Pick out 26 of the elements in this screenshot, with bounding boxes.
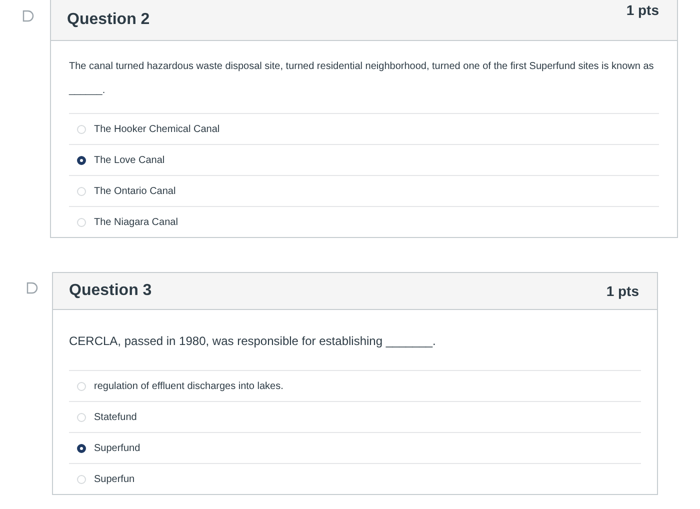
points-label: 1 pts (626, 2, 659, 18)
answer-option[interactable]: Superfund (69, 432, 641, 463)
question-title: Question 2 (67, 11, 150, 29)
answer-option[interactable]: The Ontario Canal (69, 175, 659, 206)
answer-label: The Love Canal (94, 154, 165, 166)
answer-label: The Niagara Canal (94, 216, 178, 228)
answer-option[interactable]: The Niagara Canal (69, 206, 659, 237)
points-label: 1 pts (606, 283, 639, 299)
answer-label: Superfun (94, 474, 135, 484)
flag-icon[interactable] (26, 282, 38, 294)
answer-label: regulation of effluent discharges into lakes. (94, 380, 284, 392)
question-title: Question 3 (69, 282, 152, 300)
answer-option[interactable]: The Hooker Chemical Canal (69, 113, 659, 144)
answer-option[interactable]: Statefund (69, 401, 641, 432)
answer-option[interactable]: The Love Canal (69, 144, 659, 175)
answer-label: The Ontario Canal (94, 186, 176, 196)
radio-button[interactable] (77, 156, 86, 164)
answer-option[interactable]: regulation of effluent discharges into lakes. (69, 370, 641, 401)
answer-label: Statefund (94, 412, 137, 422)
question-text: The canal turned hazardous waste disposal site, turned residential neighborhood, turned one of the first Superfund sites is known as ______. (69, 60, 655, 98)
flag-icon[interactable] (22, 10, 34, 22)
answer-label: The Hooker Chemical Canal (94, 124, 220, 134)
radio-button[interactable] (77, 444, 86, 452)
answer-option[interactable]: Superfun (69, 463, 641, 494)
question-text: CERCLA, passed in 1980, was responsible for establishing _______. (69, 333, 437, 350)
answer-label: Superfund (94, 442, 140, 454)
